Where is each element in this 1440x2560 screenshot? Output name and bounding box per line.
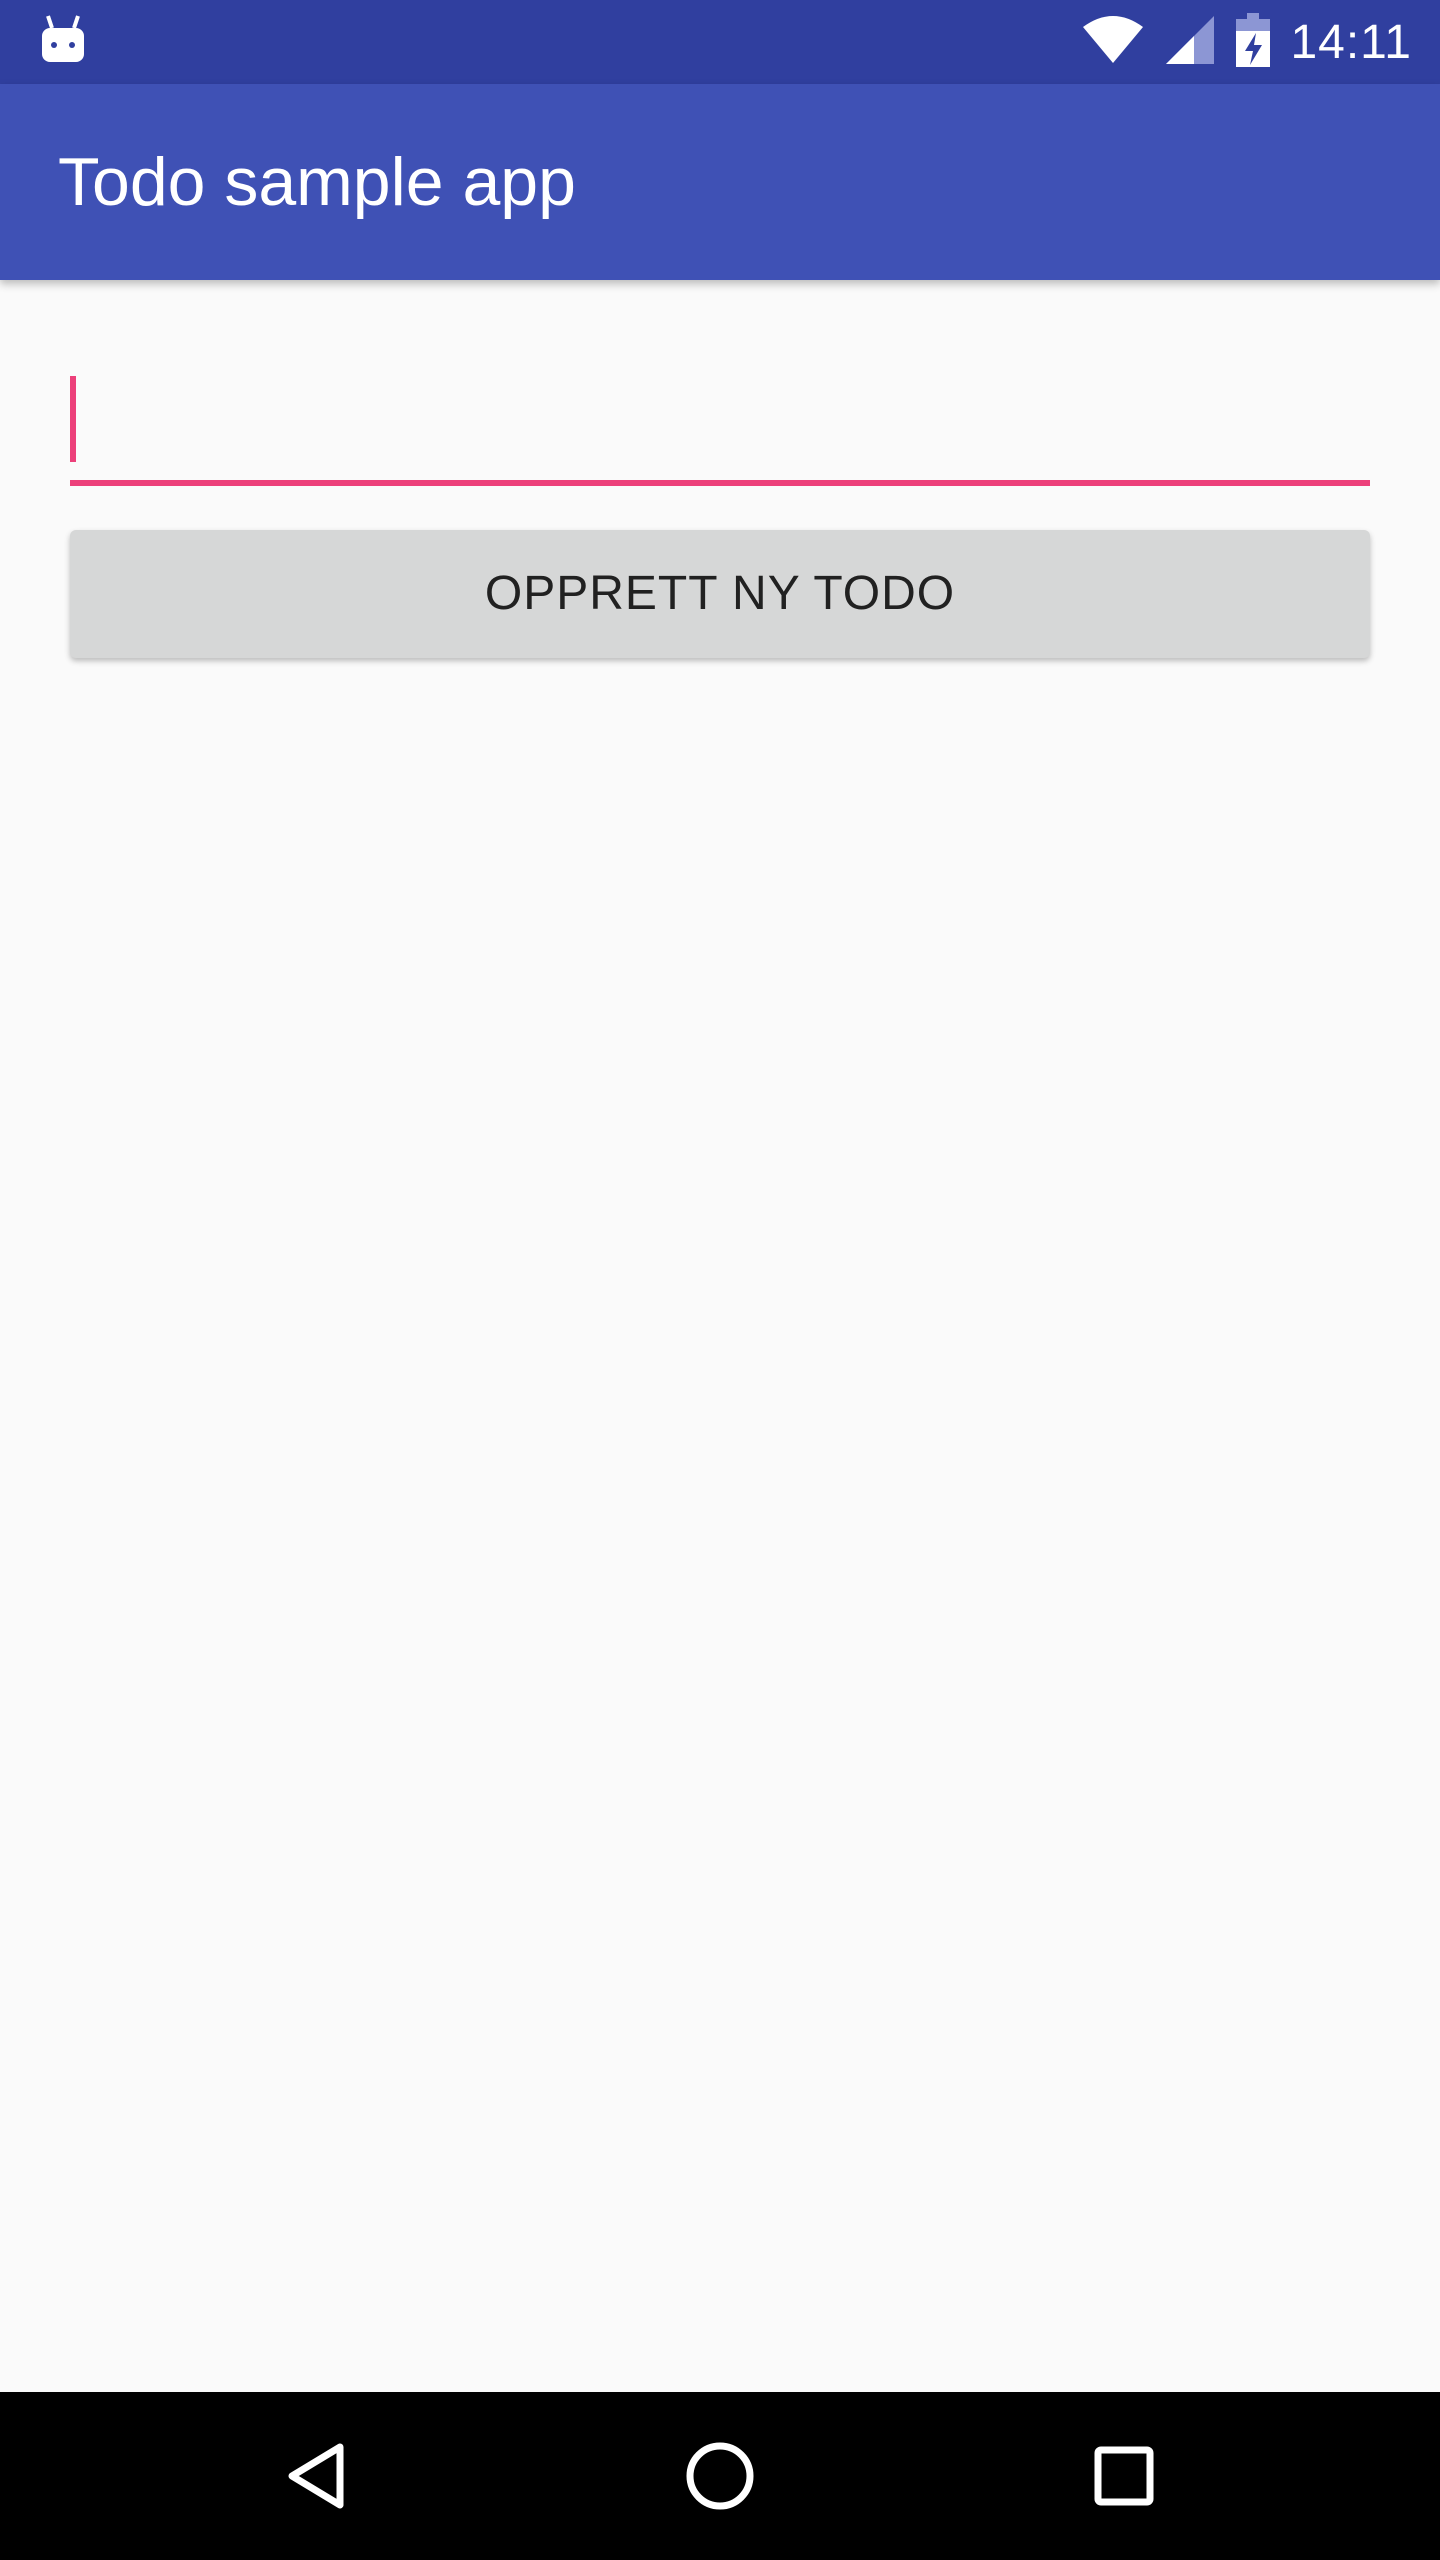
create-todo-button[interactable]: OPPRETT NY TODO <box>70 530 1370 658</box>
recents-icon[interactable] <box>1074 2426 1174 2526</box>
android-debug-icon <box>40 14 86 64</box>
wifi-icon <box>1082 15 1144 70</box>
home-icon[interactable] <box>670 2426 770 2526</box>
todo-input[interactable] <box>70 376 1370 486</box>
back-icon[interactable] <box>266 2426 366 2526</box>
text-cursor <box>70 376 76 462</box>
app-bar: Todo sample app <box>0 84 1440 280</box>
main-content: OPPRETT NY TODO <box>0 280 1440 2392</box>
status-time: 14:11 <box>1290 15 1412 69</box>
nav-bar <box>0 2392 1440 2560</box>
app-title: Todo sample app <box>58 144 576 220</box>
battery-charging-icon <box>1236 12 1271 72</box>
status-bar: 14:11 <box>0 0 1440 84</box>
cell-signal-icon <box>1164 14 1216 71</box>
status-right: 14:11 <box>1082 0 1412 84</box>
